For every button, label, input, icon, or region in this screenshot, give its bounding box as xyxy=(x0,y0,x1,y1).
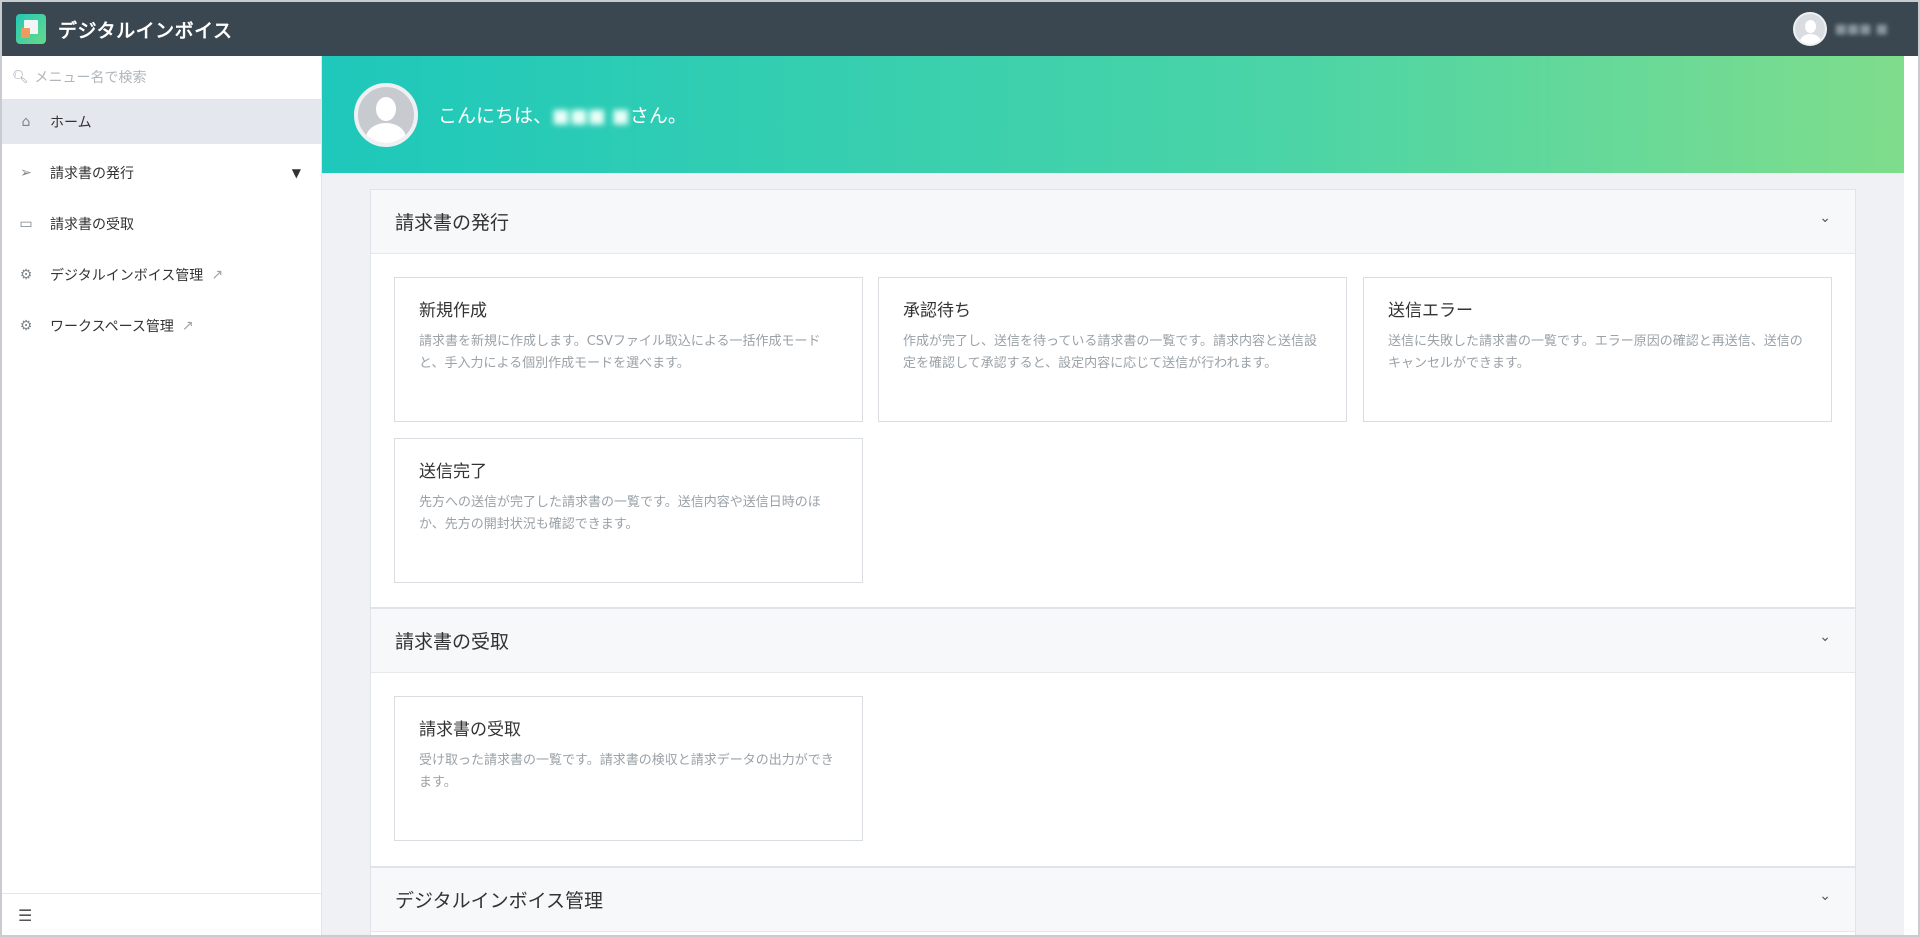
chevron-down-icon[interactable]: ⌄ xyxy=(1819,210,1831,226)
card-new-invoice[interactable]: 新規作成 請求書を新規に作成します。CSVファイル取込による一括作成モードと、手… xyxy=(394,277,863,422)
card-title: 新規作成 xyxy=(419,301,487,321)
card-title: 送信完了 xyxy=(419,462,487,482)
card-description: 受け取った請求書の一覧です。請求書の検収と請求データの出力ができます。 xyxy=(419,753,834,790)
sidebar-item-label: デジタルインボイス管理 xyxy=(50,268,204,284)
section-header[interactable]: 請求書の発行 ⌄ xyxy=(371,190,1855,254)
external-link-icon: ↗ xyxy=(181,318,194,334)
card-send-complete[interactable]: 送信完了 先方への送信が完了した請求書の一覧です。送信内容や送信日時のほか、先方… xyxy=(394,438,863,583)
sidebar-collapse-button[interactable]: ☰ xyxy=(2,893,321,935)
sidebar: 🔍︎ ⌂ ホーム ➢ 請求書の発行 ▼ ▭ 請求書の受取 ⚙ デジタルインボイス… xyxy=(2,56,322,935)
card-description: 作成が完了し、送信を待っている請求書の一覧です。請求内容と送信設定を確認して承認… xyxy=(903,334,1318,371)
user-name[interactable]: ■■■ ■ xyxy=(1835,22,1888,37)
sidebar-item-digital-invoice-admin[interactable]: ⚙ デジタルインボイス管理 ↗ xyxy=(2,253,321,297)
chevron-down-icon[interactable]: ⌄ xyxy=(1819,888,1831,904)
section-invoice-issue: 請求書の発行 ⌄ 新規作成 請求書を新規に作成します。CSVファイル取込による一… xyxy=(370,189,1856,608)
sidebar-item-invoice-receive[interactable]: ▭ 請求書の受取 xyxy=(2,202,321,246)
card-description: 請求書を新規に作成します。CSVファイル取込による一括作成モードと、手入力による… xyxy=(419,334,821,371)
sidebar-item-label: ホーム xyxy=(50,115,92,131)
card-title: 請求書の受取 xyxy=(419,720,521,740)
sidebar-item-label: 請求書の受取 xyxy=(50,217,134,233)
send-icon: ➢ xyxy=(20,165,32,181)
main-content: こんにちは、■■■ ■さん。 請求書の発行 ⌄ 新規作成 請求書を新規に作成しま… xyxy=(322,56,1904,935)
greeting-user-name: ■■■ ■ xyxy=(552,105,630,127)
chevron-down-icon[interactable]: ⌄ xyxy=(1819,629,1831,645)
user-avatar-icon[interactable] xyxy=(1792,12,1827,46)
sidebar-item-invoice-issue[interactable]: ➢ 請求書の発行 ▼ xyxy=(2,151,321,195)
collapse-menu-icon: ☰ xyxy=(18,906,33,925)
card-received-invoices[interactable]: 請求書の受取 受け取った請求書の一覧です。請求書の検収と請求データの出力ができま… xyxy=(394,696,863,841)
sidebar-item-workspace-admin[interactable]: ⚙ ワークスペース管理 ↗ xyxy=(2,304,321,348)
card-description: 送信に失敗した請求書の一覧です。エラー原因の確認と再送信、送信のキャンセルができ… xyxy=(1388,334,1803,371)
section-title: デジタルインボイス管理 xyxy=(395,890,604,912)
chevron-down-icon[interactable]: ▼ xyxy=(292,166,301,180)
folder-icon: ▭ xyxy=(19,216,33,232)
top-bar: デジタルインボイス ■■■ ■ xyxy=(2,2,1918,56)
welcome-banner: こんにちは、■■■ ■さん。 xyxy=(322,56,1904,173)
app-title[interactable]: デジタルインボイス xyxy=(58,16,233,43)
greeting-prefix: こんにちは、 xyxy=(438,105,553,127)
card-title: 送信エラー xyxy=(1388,301,1473,321)
section-digital-invoice-admin: デジタルインボイス管理 ⌄ xyxy=(370,867,1856,935)
menu-search: 🔍︎ xyxy=(2,56,321,100)
greeting-text: こんにちは、■■■ ■さん。 xyxy=(438,101,687,128)
card-awaiting-approval[interactable]: 承認待ち 作成が完了し、送信を待っている請求書の一覧です。請求内容と送信設定を確… xyxy=(878,277,1347,422)
section-title: 請求書の発行 xyxy=(395,212,510,234)
search-icon: 🔍︎ xyxy=(12,70,29,85)
card-send-error[interactable]: 送信エラー 送信に失敗した請求書の一覧です。エラー原因の確認と再送信、送信のキャ… xyxy=(1363,277,1832,422)
greeting-suffix: さん。 xyxy=(629,105,687,127)
app-window: デジタルインボイス ■■■ ■ 🔍︎ ⌂ ホーム ➢ 請求書の発行 ▼ ▭ 請求… xyxy=(0,0,1920,937)
app-logo-icon[interactable] xyxy=(16,14,46,44)
sidebar-item-home[interactable]: ⌂ ホーム xyxy=(2,100,321,144)
gear-icon: ⚙ xyxy=(19,267,33,283)
avatar xyxy=(354,82,418,147)
card-title: 承認待ち xyxy=(903,301,971,321)
gear-icon: ⚙ xyxy=(19,318,33,334)
section-header[interactable]: デジタルインボイス管理 ⌄ xyxy=(371,868,1855,932)
section-invoice-receive: 請求書の受取 ⌄ 請求書の受取 受け取った請求書の一覧です。請求書の検収と請求デ… xyxy=(370,608,1856,867)
sidebar-item-label: 請求書の発行 xyxy=(50,166,134,182)
section-header[interactable]: 請求書の受取 ⌄ xyxy=(371,609,1855,673)
section-title: 請求書の受取 xyxy=(395,631,510,653)
external-link-icon: ↗ xyxy=(211,267,224,283)
home-icon: ⌂ xyxy=(21,114,31,130)
sidebar-item-label: ワークスペース管理 xyxy=(50,319,174,335)
user-menu[interactable]: ■■■ ■ xyxy=(1792,12,1888,46)
card-description: 先方への送信が完了した請求書の一覧です。送信内容や送信日時のほか、先方の開封状況… xyxy=(419,495,821,532)
menu-search-input[interactable] xyxy=(34,69,315,86)
